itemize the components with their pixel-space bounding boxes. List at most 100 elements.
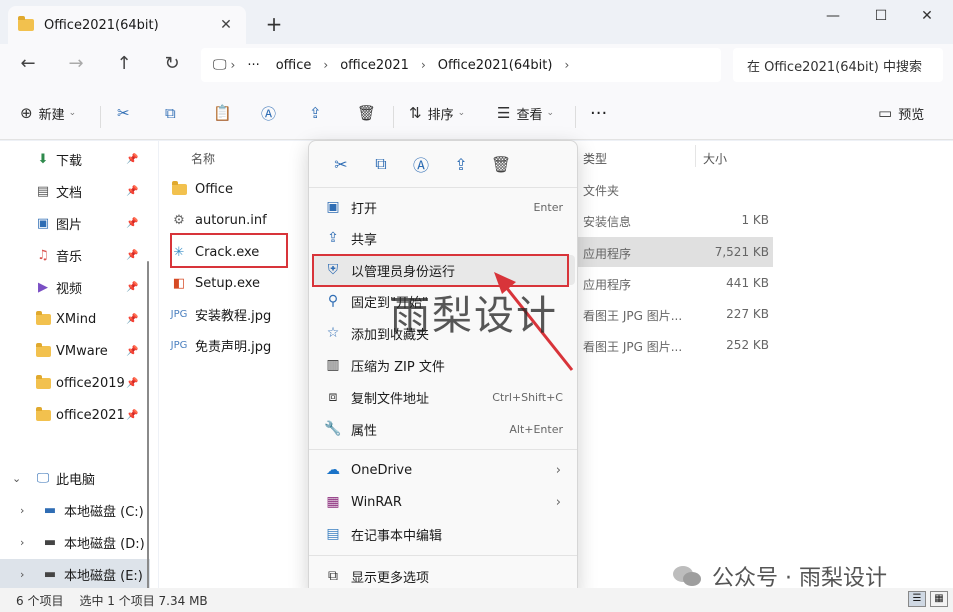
file-name: Office bbox=[195, 181, 233, 197]
chevron-down-icon[interactable]: ⌄ bbox=[12, 472, 21, 485]
menu-shortcut: Enter bbox=[533, 200, 563, 214]
share-icon: ⇪ bbox=[327, 230, 339, 246]
nav-scrollbar[interactable] bbox=[147, 261, 149, 612]
chevron-right-icon[interactable]: › bbox=[20, 536, 24, 549]
chevron-right-icon[interactable]: › bbox=[20, 504, 24, 517]
column-header-name[interactable]: 名称 bbox=[191, 150, 215, 167]
open-icon: ▣ bbox=[326, 199, 340, 215]
copy-button[interactable]: ⧉ bbox=[165, 100, 182, 126]
up-button[interactable]: ↑ bbox=[112, 53, 136, 77]
new-button[interactable]: ⊕ 新建 ⌄ bbox=[20, 100, 76, 126]
column-header-type[interactable]: 类型 bbox=[583, 150, 607, 167]
file-size: 227 KB bbox=[726, 307, 769, 321]
selection-info: 选中 1 个项目 7.34 MB bbox=[79, 593, 208, 608]
column-header-size[interactable]: 大小 bbox=[703, 150, 727, 167]
wechat-label: 公众号 · 雨梨设计 bbox=[712, 566, 887, 591]
pin-icon: 📌 bbox=[126, 313, 139, 325]
forward-button[interactable]: → bbox=[64, 53, 88, 77]
tiles-view-button[interactable]: ▦ bbox=[930, 591, 948, 607]
nav-item-office2019[interactable]: office2019 📌 bbox=[0, 368, 150, 398]
nav-label: 下载 bbox=[56, 153, 83, 169]
more-options-icon: ⧉ bbox=[328, 568, 338, 584]
nav-item-music[interactable]: ♫ 音乐 📌 bbox=[0, 240, 150, 270]
menu-item-more-options[interactable]: ⧉ 显示更多选项 bbox=[313, 561, 575, 591]
close-button[interactable]: ✕ bbox=[910, 6, 944, 28]
file-row-autorun[interactable]: ⚙ autorun.inf bbox=[169, 205, 266, 235]
nav-item-vmware[interactable]: VMware 📌 bbox=[0, 336, 150, 366]
menu-item-copy-path[interactable]: ⧈ 复制文件地址 Ctrl+Shift+C bbox=[313, 382, 575, 412]
refresh-button[interactable]: ↻ bbox=[160, 53, 184, 77]
breadcrumb-office2021-64bit[interactable]: Office2021(64bit) bbox=[438, 58, 553, 73]
share-icon[interactable]: ⇪ bbox=[441, 155, 481, 174]
nav-item-downloads[interactable]: ⬇ 下载 📌 bbox=[0, 144, 150, 174]
column-divider[interactable] bbox=[695, 145, 696, 167]
breadcrumb-office2021[interactable]: office2021 bbox=[340, 58, 409, 73]
file-row-setup[interactable]: ◧ Setup.exe bbox=[169, 268, 260, 298]
nav-item-documents[interactable]: ▤ 文档 📌 bbox=[0, 176, 150, 206]
trash-icon[interactable]: 🗑 bbox=[481, 155, 521, 174]
navigation-pane: ⬇ 下载 📌 ▤ 文档 📌 ▣ 图片 📌 ♫ 音乐 📌 ▶ 视频 📌 XMind… bbox=[0, 141, 158, 612]
zip-icon: ▥ bbox=[326, 357, 340, 373]
tab-office2021[interactable]: Office2021(64bit) ✕ bbox=[8, 6, 246, 44]
new-tab-button[interactable]: + bbox=[262, 12, 286, 36]
menu-item-properties[interactable]: 🔧 属性 Alt+Enter bbox=[313, 414, 575, 444]
share-button[interactable]: ⇪ bbox=[309, 100, 328, 126]
sort-button[interactable]: ⇅ 排序 ⌄ bbox=[409, 100, 465, 126]
star-icon: ☆ bbox=[326, 325, 340, 341]
pin-icon: 📌 bbox=[126, 377, 139, 389]
scissors-icon[interactable]: ✂ bbox=[321, 155, 361, 174]
copy-icon[interactable]: ⧉ bbox=[361, 154, 401, 174]
nav-item-this-pc[interactable]: ⌄ 🖵 此电脑 bbox=[0, 463, 150, 493]
breadcrumb-more[interactable]: ··· bbox=[247, 58, 259, 73]
computer-icon: 🖵 bbox=[36, 470, 50, 486]
menu-item-share[interactable]: ⇪ 共享 bbox=[313, 223, 575, 253]
minimize-button[interactable]: — bbox=[816, 6, 850, 28]
nav-item-pictures[interactable]: ▣ 图片 📌 bbox=[0, 208, 150, 238]
menu-shortcut: Ctrl+Shift+C bbox=[492, 390, 563, 404]
preview-button[interactable]: ▭ 预览 bbox=[878, 100, 924, 126]
nav-item-xmind[interactable]: XMind 📌 bbox=[0, 304, 150, 334]
nav-item-drive-e[interactable]: › ▬ 本地磁盘 (E:) bbox=[0, 559, 150, 589]
see-more-button[interactable]: ··· bbox=[590, 100, 607, 126]
cut-button[interactable]: ✂ bbox=[117, 100, 136, 126]
download-icon: ⬇ bbox=[37, 151, 49, 167]
menu-item-open[interactable]: ▣ 打开 Enter bbox=[313, 192, 575, 222]
menu-item-onedrive[interactable]: ☁ OneDrive › bbox=[313, 455, 575, 485]
menu-item-winrar[interactable]: ▦ WinRAR › bbox=[313, 487, 575, 517]
trash-icon: 🗑 bbox=[357, 104, 377, 122]
file-row-disclaimer[interactable]: JPG 免责声明.jpg bbox=[169, 330, 272, 360]
nav-item-drive-c[interactable]: › ▬ 本地磁盘 (C:) bbox=[0, 495, 150, 525]
view-button[interactable]: ☰ 查看 ⌄ bbox=[497, 100, 554, 126]
context-quick-actions: ✂ ⧉ Ⓐ ⇪ 🗑 bbox=[309, 141, 577, 187]
annotation-box-crack bbox=[170, 233, 288, 268]
details-view-button[interactable]: ☰ bbox=[908, 591, 926, 607]
back-button[interactable]: ← bbox=[16, 53, 40, 77]
menu-item-notepad[interactable]: ▤ 在记事本中编辑 bbox=[313, 519, 575, 549]
delete-button[interactable]: 🗑 bbox=[357, 100, 382, 126]
nav-item-office2021[interactable]: office2021 📌 bbox=[0, 400, 150, 430]
file-row-office[interactable]: Office bbox=[169, 174, 233, 204]
maximize-button[interactable]: ☐ bbox=[864, 6, 898, 28]
folder-icon bbox=[18, 16, 34, 31]
paste-button[interactable]: 📋 bbox=[213, 100, 238, 126]
nav-item-drive-d[interactable]: › ▬ 本地磁盘 (D:) bbox=[0, 527, 150, 557]
folder-icon bbox=[35, 310, 51, 327]
breadcrumb-office[interactable]: office bbox=[276, 58, 312, 73]
file-row-install-guide[interactable]: JPG 安装教程.jpg bbox=[169, 299, 272, 329]
chevron-right-icon[interactable]: › bbox=[20, 568, 24, 581]
chevron-down-icon: ⌄ bbox=[68, 108, 77, 118]
divider bbox=[575, 106, 576, 128]
rename-button[interactable]: Ⓐ bbox=[261, 100, 282, 126]
preview-label: 预览 bbox=[898, 107, 925, 123]
folder-icon bbox=[169, 180, 189, 197]
address-bar[interactable]: 🖵 › ··· office › office2021 › Office2021… bbox=[201, 48, 721, 82]
search-input[interactable]: 在 Office2021(64bit) 中搜索 bbox=[733, 48, 943, 82]
rename-icon[interactable]: Ⓐ bbox=[401, 152, 441, 176]
nav-item-videos[interactable]: ▶ 视频 📌 bbox=[0, 272, 150, 302]
divider bbox=[100, 106, 101, 128]
nav-label: 本地磁盘 (C:) bbox=[64, 504, 144, 520]
pin-icon: 📌 bbox=[126, 281, 139, 293]
file-size: 252 KB bbox=[726, 338, 769, 352]
tab-close-icon[interactable]: ✕ bbox=[216, 17, 236, 33]
file-type: 看图王 JPG 图片... bbox=[583, 340, 683, 354]
